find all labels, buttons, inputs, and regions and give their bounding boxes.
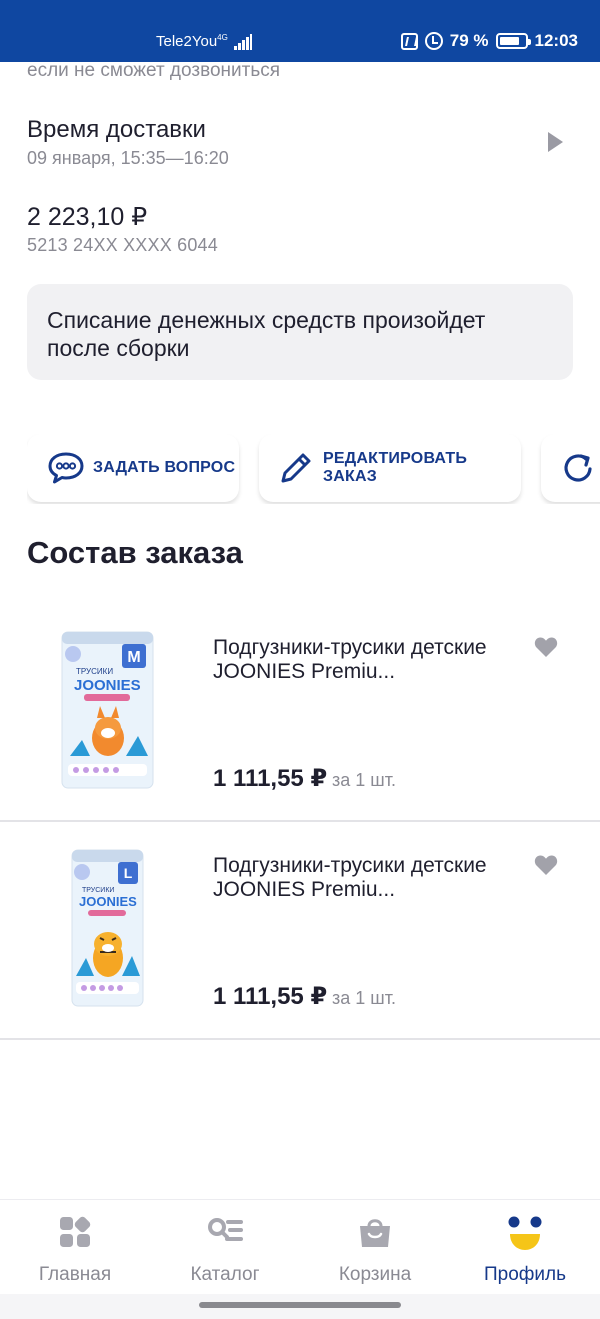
product-name[interactable]: Подгузники-трусики детские JOONIES Premi… — [213, 636, 513, 684]
nfc-icon — [400, 32, 418, 50]
catalog-search-icon — [207, 1214, 243, 1250]
chevron-right-icon[interactable] — [548, 132, 563, 152]
size-letter: L — [124, 865, 133, 881]
status-bar: Tele2You4G 79 % 12:03 — [0, 0, 600, 62]
order-contents-title: Состав заказа — [27, 535, 243, 570]
delivery-title: Время доставки — [27, 116, 206, 143]
product-price: 1 111,55 ₽ — [213, 765, 328, 792]
svg-text:ТРУСИКИ: ТРУСИКИ — [76, 667, 113, 676]
edit-order-button[interactable]: РЕДАКТИРОВАТЬ ЗАКАЗ — [259, 434, 521, 502]
nav-cart[interactable]: Корзина — [300, 1200, 450, 1295]
heart-icon[interactable] — [534, 636, 558, 658]
nav-catalog[interactable]: Каталог — [150, 1200, 300, 1295]
product-image[interactable]: L ТРУСИКИ JOONIES — [60, 848, 155, 1008]
chat-bubble-icon — [47, 449, 85, 487]
nav-home[interactable]: Главная — [0, 1200, 150, 1295]
product-unit: за 1 шт. — [332, 770, 396, 790]
order-actions[interactable]: ЗАДАТЬ ВОПРОС РЕДАКТИРОВАТЬ ЗАКАЗ — [27, 434, 600, 504]
battery-icon — [495, 33, 531, 49]
carrier-name: Tele2You4G — [156, 33, 228, 50]
home-indicator[interactable] — [199, 1302, 401, 1308]
ask-question-label: ЗАДАТЬ ВОПРОС — [93, 459, 236, 476]
product-name[interactable]: Подгузники-трусики детские JOONIES Premi… — [213, 854, 513, 902]
svg-text:JOONIES: JOONIES — [74, 677, 141, 694]
card-number: 5213 24XX XXXX 6044 — [27, 235, 218, 255]
battery-percent: 79 % — [449, 31, 489, 50]
bag-icon — [357, 1214, 393, 1250]
nav-cart-label: Корзина — [338, 1264, 412, 1285]
alarm-icon — [424, 32, 443, 50]
order-item[interactable]: L ТРУСИКИ JOONIES Подгузники-трусики дет… — [0, 822, 600, 1040]
grid-icon — [57, 1214, 93, 1250]
repeat-order-button[interactable] — [541, 434, 600, 502]
signal-icon — [234, 34, 252, 50]
product-image[interactable]: M ТРУСИКИ JOONIES — [60, 630, 155, 790]
nav-catalog-label: Каталог — [190, 1264, 260, 1285]
order-item[interactable]: M ТРУСИКИ JOONIES Подгузники-трусики дет… — [0, 604, 600, 822]
callback-note: если не сможет дозвониться — [27, 60, 281, 81]
svg-text:JOONIES: JOONIES — [79, 894, 137, 909]
heart-icon[interactable] — [534, 854, 558, 876]
order-amount: 2 223,10 ₽ — [27, 203, 148, 231]
size-letter: M — [127, 649, 140, 666]
refresh-icon — [559, 449, 597, 487]
bottom-navigation: Главная Каталог Корзина Профиль — [0, 1199, 600, 1294]
nav-profile-label: Профиль — [483, 1264, 567, 1285]
product-price: 1 111,55 ₽ — [213, 983, 328, 1010]
svg-text:ТРУСИКИ: ТРУСИКИ — [82, 887, 114, 894]
nav-profile[interactable]: Профиль — [450, 1200, 600, 1295]
smile-face-icon — [507, 1214, 543, 1250]
clock: 12:03 — [534, 31, 578, 50]
payment-notice: Списание денежных средств произойдет пос… — [27, 284, 573, 380]
delivery-time-row[interactable]: Время доставки 09 января, 15:35—16:20 — [0, 110, 600, 180]
nav-home-label: Главная — [38, 1264, 112, 1285]
edit-order-label: РЕДАКТИРОВАТЬ ЗАКАЗ — [323, 450, 468, 485]
product-unit: за 1 шт. — [332, 988, 396, 1008]
delivery-time: 09 января, 15:35—16:20 — [27, 148, 229, 168]
pencil-icon — [277, 449, 315, 487]
ask-question-button[interactable]: ЗАДАТЬ ВОПРОС — [27, 434, 239, 502]
